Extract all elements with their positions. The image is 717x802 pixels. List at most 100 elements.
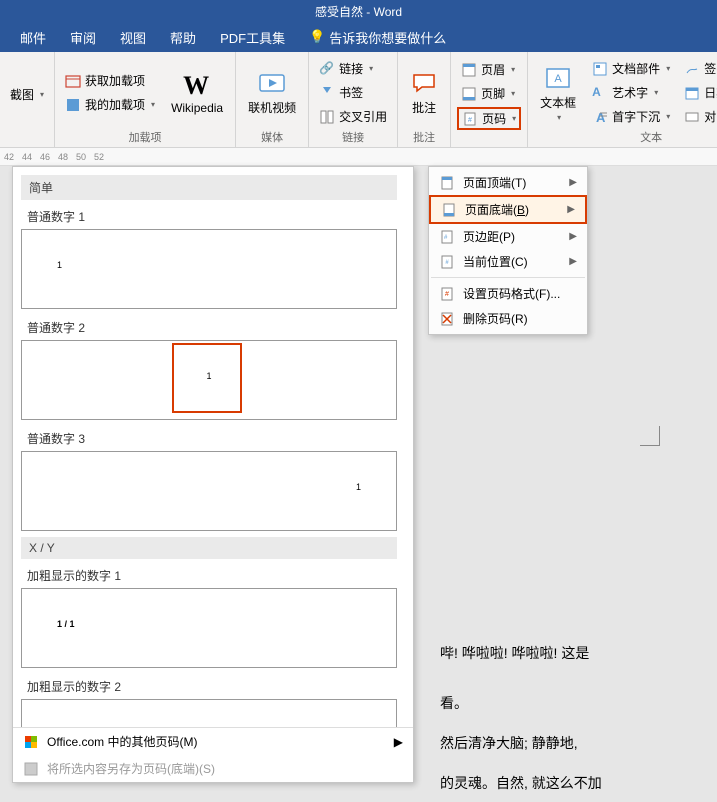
doc-fragment: 的灵魂。自然, 就这么不加 <box>440 766 602 801</box>
comment-icon <box>410 69 438 97</box>
gallery-thumb-bold1[interactable]: 1 / 1 <box>21 588 397 668</box>
datetime-button[interactable]: 日期和时间 <box>680 82 717 103</box>
pagecode-button[interactable]: # 页码 ▾ <box>457 107 521 130</box>
date-icon <box>684 85 700 101</box>
pagecode-icon: # <box>462 111 478 127</box>
gallery-label-bold2: 加粗显示的数字 2 <box>21 674 397 699</box>
text-group-label: 文本 <box>534 129 717 145</box>
links-group-label: 链接 <box>315 129 391 145</box>
comments-button[interactable]: 批注 <box>404 65 444 120</box>
title-bar: 感受自然 - Word <box>0 0 717 22</box>
ribbon-group-comments: 批注 批注 <box>398 52 451 147</box>
chevron-down-icon: ▾ <box>512 114 516 123</box>
gallery-category-xy: X / Y <box>21 537 397 559</box>
svg-text:#: # <box>445 291 449 298</box>
separator <box>431 277 585 278</box>
crossref-icon <box>319 109 335 125</box>
tab-mail[interactable]: 邮件 <box>8 22 58 52</box>
bookmark-icon <box>319 85 335 101</box>
wikipedia-icon: W <box>183 71 211 99</box>
wordart-button[interactable]: A 艺术字 ▾ <box>588 82 674 103</box>
header-button[interactable]: 页眉 ▾ <box>457 59 521 80</box>
page-top-icon <box>439 175 455 191</box>
submenu-remove[interactable]: 删除页码(R) <box>429 306 587 331</box>
gallery-office-more[interactable]: Office.com 中的其他页码(M) ▶ <box>13 728 413 755</box>
bookmark-button[interactable]: 书签 <box>315 82 391 103</box>
my-addins-button[interactable]: 我的加载项 ▾ <box>61 94 159 115</box>
dropcap-icon: A <box>592 109 608 125</box>
submenu-top[interactable]: 页面顶端(T) ▶ <box>429 170 587 195</box>
gallery-thumb-bold2[interactable]: 1 / 1 <box>21 699 397 727</box>
gallery-thumb-num3[interactable]: 1 <box>21 451 397 531</box>
ribbon-group-headerfooter: 页眉 ▾ 页脚 ▾ # 页码 ▾ <box>451 52 528 147</box>
submenu-format[interactable]: # 设置页码格式(F)... <box>429 281 587 306</box>
screenshot-label: 截图 <box>10 86 34 103</box>
doc-parts-button[interactable]: 文档部件 ▾ <box>588 58 674 79</box>
gallery-save-selection[interactable]: 将所选内容另存为页码(底端)(S) <box>13 755 413 782</box>
tab-view[interactable]: 视图 <box>108 22 158 52</box>
submenu-current[interactable]: # 当前位置(C) ▶ <box>429 249 587 274</box>
save-icon <box>23 761 39 777</box>
footer-button[interactable]: 页脚 ▾ <box>457 83 521 104</box>
chevron-down-icon: ▾ <box>369 64 373 73</box>
tab-help[interactable]: 帮助 <box>158 22 208 52</box>
office-icon <box>23 734 39 750</box>
page-corner <box>640 426 660 446</box>
chevron-down-icon: ▾ <box>654 88 658 97</box>
svg-text:A: A <box>554 73 562 85</box>
object-button[interactable]: 对象 ▾ <box>680 106 717 127</box>
link-icon: 🔗 <box>319 61 335 77</box>
current-pos-icon: # <box>439 254 455 270</box>
page-bottom-icon <box>441 202 457 218</box>
get-addins-button[interactable]: 获取加载项 <box>61 70 159 91</box>
online-video-button[interactable]: 联机视频 <box>242 65 302 120</box>
chevron-down-icon: ▾ <box>666 112 670 121</box>
comments-group-label: 批注 <box>404 129 444 145</box>
svg-text:A: A <box>596 110 606 125</box>
gallery-scroll[interactable]: 简单 普通数字 1 1 普通数字 2 1 普通数字 3 1 X / Y 加粗显示… <box>13 167 413 727</box>
tab-review[interactable]: 审阅 <box>58 22 108 52</box>
remove-icon <box>439 311 455 327</box>
chevron-right-icon: ▶ <box>394 735 403 749</box>
signature-button[interactable]: 签名行 ▾ <box>680 58 717 79</box>
pagecode-submenu: 页面顶端(T) ▶ 页面底端(B) ▶ # 页边距(P) ▶ # 当前位置(C)… <box>428 166 588 335</box>
object-icon <box>684 109 700 125</box>
ribbon-group-links: 🔗 链接 ▾ 书签 交叉引用 链接 <box>309 52 398 147</box>
wordart-icon: A <box>592 85 608 101</box>
screenshot-button[interactable]: 截图 ▾ <box>6 84 48 105</box>
ribbon-group-text: A 文本框 ▾ 文档部件 ▾ A 艺术字 ▾ <box>528 52 717 147</box>
page-margin-icon: # <box>439 229 455 245</box>
gallery-label-bold1: 加粗显示的数字 1 <box>21 563 397 588</box>
link-button[interactable]: 🔗 链接 ▾ <box>315 58 391 79</box>
wikipedia-button[interactable]: W Wikipedia <box>165 67 229 119</box>
submenu-margins[interactable]: # 页边距(P) ▶ <box>429 224 587 249</box>
window-title: 感受自然 - Word <box>315 3 402 20</box>
ribbon-group-media: 联机视频 媒体 <box>236 52 309 147</box>
video-icon <box>258 69 286 97</box>
puzzle-icon <box>65 97 81 113</box>
gallery-bottom: Office.com 中的其他页码(M) ▶ 将所选内容另存为页码(底端)(S) <box>13 727 413 782</box>
chevron-down-icon: ▾ <box>40 90 44 99</box>
gallery-thumb-num2[interactable]: 1 <box>21 340 397 420</box>
gallery-thumb-num1[interactable]: 1 <box>21 229 397 309</box>
textbox-button[interactable]: A 文本框 ▾ <box>534 60 582 126</box>
chevron-right-icon: ▶ <box>569 231 577 242</box>
parts-icon <box>592 61 608 77</box>
tell-me-box[interactable]: 💡 告诉我你想要做什么 <box>297 22 458 52</box>
submenu-bottom[interactable]: 页面底端(B) ▶ <box>429 195 587 224</box>
crossref-button[interactable]: 交叉引用 <box>315 106 391 127</box>
media-group-label: 媒体 <box>242 129 302 145</box>
tab-pdftools[interactable]: PDF工具集 <box>208 22 297 52</box>
gallery-category-simple: 简单 <box>21 175 397 200</box>
document-area: 页面顶端(T) ▶ 页面底端(B) ▶ # 页边距(P) ▶ # 当前位置(C)… <box>0 166 717 802</box>
footer-icon <box>461 86 477 102</box>
tell-me-text: 告诉我你想要做什么 <box>329 28 446 47</box>
addins-group-label: 加载项 <box>61 129 229 145</box>
header-icon <box>461 62 477 78</box>
ribbon-group-screenshot: 截图 ▾ <box>0 52 55 147</box>
chevron-right-icon: ▶ <box>567 204 575 215</box>
chevron-down-icon: ▾ <box>511 65 515 74</box>
chevron-right-icon: ▶ <box>569 256 577 267</box>
ruler: 424446485052 <box>0 148 717 166</box>
dropcap-button[interactable]: A 首字下沉 ▾ <box>588 106 674 127</box>
